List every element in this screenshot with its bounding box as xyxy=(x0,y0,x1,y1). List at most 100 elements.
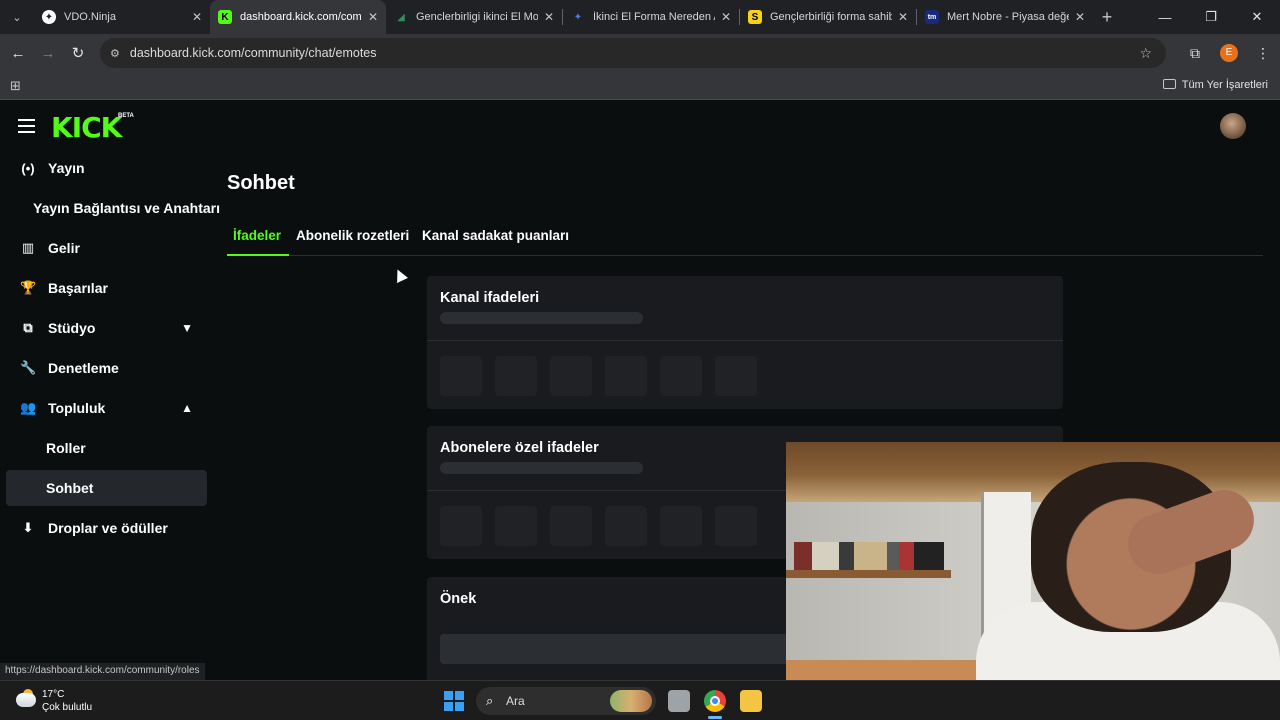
divider xyxy=(427,340,1063,341)
browser-tab-mert-nobre[interactable]: tm Mert Nobre - Piyasa değe ✕ xyxy=(917,0,1093,34)
windows-start-icon[interactable] xyxy=(444,691,464,711)
minimize-icon[interactable]: — xyxy=(1142,0,1188,34)
emote-slot-skeleton xyxy=(495,356,537,396)
trophy-icon: 🏆 xyxy=(20,280,37,295)
wrench-icon: 🔧 xyxy=(20,360,37,375)
sidebar-item-basarilar[interactable]: 🏆 Başarılar xyxy=(6,270,207,306)
tab-abonelik-rozetleri[interactable]: Abonelik rozetleri xyxy=(296,228,409,243)
user-avatar[interactable] xyxy=(1220,113,1246,139)
close-tab-icon[interactable]: ✕ xyxy=(898,10,908,24)
sidebar-item-label: Yayın xyxy=(48,160,85,176)
studio-icon: ⧉ xyxy=(23,320,33,335)
kick-logo[interactable]: KICK xyxy=(51,111,122,144)
wall-shelf xyxy=(786,570,951,578)
search-placeholder: Ara xyxy=(506,694,525,708)
browser-tab-kick-dashboard[interactable]: K dashboard.kick.com/comm ✕ xyxy=(210,0,386,34)
emote-slot-skeleton xyxy=(550,356,592,396)
reload-icon[interactable]: ↻ xyxy=(63,44,93,62)
emote-slot-skeleton xyxy=(440,506,482,546)
browser-tab-forma-sahibi[interactable]: S Gençlerbirliği forma sahibi ✕ xyxy=(740,0,916,34)
site-favicon-icon: S xyxy=(748,10,762,24)
close-tab-icon[interactable]: ✕ xyxy=(192,10,202,24)
close-tab-icon[interactable]: ✕ xyxy=(544,10,554,24)
sidebar-item-sohbet[interactable]: Sohbet xyxy=(6,470,207,506)
sidebar-item-label: Gelir xyxy=(48,240,80,256)
active-app-indicator xyxy=(708,716,722,719)
sidebar-item-droplar[interactable]: ⬇ Droplar ve ödüller xyxy=(6,510,207,546)
dashboard-sidebar: (•) Yayın Yayın Bağlantısı ve Anahtarı ▥… xyxy=(6,150,220,550)
weather-widget[interactable]: 17°C Çok bulutlu xyxy=(16,688,92,714)
chat-settings-tabs: İfadeler Abonelik rozetleri Kanal sadaka… xyxy=(227,225,1263,256)
tab-title: Genclerbirligi ikinci El Mod xyxy=(416,11,538,23)
sidebar-item-yayin[interactable]: (•) Yayın xyxy=(6,150,207,186)
transfermarkt-favicon-icon: tm xyxy=(925,10,939,24)
shelf-books xyxy=(794,542,944,570)
sidebar-item-stream-key[interactable]: Yayın Bağlantısı ve Anahtarı xyxy=(6,190,220,226)
profile-avatar[interactable]: E xyxy=(1220,44,1238,62)
emote-slot-skeleton xyxy=(605,506,647,546)
back-arrow-icon[interactable]: ← xyxy=(3,45,33,62)
menu-hamburger-icon[interactable] xyxy=(18,119,35,137)
emote-slot-skeleton xyxy=(715,356,757,396)
all-bookmarks-folder[interactable]: Tüm Yer İşaretleri xyxy=(1162,79,1268,91)
tab-title: Mert Nobre - Piyasa değe xyxy=(947,11,1069,23)
site-info-icon[interactable]: ⚙ xyxy=(110,47,120,60)
sidebar-item-label: Roller xyxy=(46,440,86,456)
emote-slot-skeleton xyxy=(550,506,592,546)
sidebar-item-gelir[interactable]: ▥ Gelir xyxy=(6,230,207,266)
card-title: Kanal ifadeleri xyxy=(440,290,540,306)
emote-slot-skeleton xyxy=(660,506,702,546)
tab-ifadeler[interactable]: İfadeler xyxy=(233,228,281,243)
windows-taskbar: 17°C Çok bulutlu ⌕ Ara xyxy=(0,680,1280,720)
card-title: Abonelere özel ifadeler xyxy=(440,440,599,456)
sidebar-item-studyo[interactable]: ⧉ Stüdyo ▼ xyxy=(6,310,207,346)
close-window-icon[interactable]: ✕ xyxy=(1234,0,1280,34)
gemini-favicon-icon: ✦ xyxy=(573,11,583,23)
active-tab-underline xyxy=(227,254,289,256)
tab-title: İkinci El Forma Nereden Al xyxy=(593,11,715,23)
channel-emotes-card: Kanal ifadeleri xyxy=(427,276,1063,409)
community-icon: 👥 xyxy=(20,400,37,415)
loading-skeleton xyxy=(440,312,643,324)
browser-tab-vdo-ninja[interactable]: ✦ VDO.Ninja ✕ xyxy=(34,0,210,34)
revenue-icon: ▥ xyxy=(21,240,35,255)
close-tab-icon[interactable]: ✕ xyxy=(1075,10,1085,24)
file-explorer-icon[interactable] xyxy=(740,690,762,712)
apps-grid-icon[interactable]: ⊞ xyxy=(10,78,21,94)
bookmarks-bar: ⊞ Tüm Yer İşaretleri xyxy=(0,72,1280,100)
close-tab-icon[interactable]: ✕ xyxy=(368,10,378,24)
forward-arrow-icon[interactable]: → xyxy=(33,45,63,62)
bookmark-star-icon[interactable]: ☆ xyxy=(1139,45,1152,62)
maximize-icon[interactable]: ❐ xyxy=(1188,0,1234,34)
address-bar[interactable]: ⚙ dashboard.kick.com/community/chat/emot… xyxy=(100,38,1166,68)
extensions-icon[interactable]: ⧉ xyxy=(1178,45,1212,62)
chevron-up-icon[interactable]: ▲ xyxy=(181,401,193,415)
tab-kanal-sadakat-puanlari[interactable]: Kanal sadakat puanları xyxy=(422,228,569,243)
beta-badge: BETA xyxy=(118,113,134,119)
browser-menu-icon[interactable]: ⋮ xyxy=(1246,45,1280,62)
emote-slot-skeleton xyxy=(605,356,647,396)
weather-condition: Çok bulutlu xyxy=(42,702,93,713)
link-hover-status: https://dashboard.kick.com/community/rol… xyxy=(0,663,205,680)
browser-tab-strip: ⌄ ✦ VDO.Ninja ✕ K dashboard.kick.com/com… xyxy=(0,0,1280,34)
taskbar-search[interactable]: ⌕ Ara xyxy=(476,687,656,715)
tab-search-chevron-icon[interactable]: ⌄ xyxy=(0,0,34,34)
new-tab-plus-icon[interactable]: + xyxy=(1093,7,1121,28)
chrome-taskbar-icon[interactable] xyxy=(704,690,726,712)
chevron-down-icon[interactable]: ▼ xyxy=(181,321,193,335)
sidebar-item-roller[interactable]: Roller xyxy=(6,430,207,466)
sidebar-item-topluluk[interactable]: 👥 Topluluk ▲ xyxy=(6,390,207,426)
search-highlight-image xyxy=(610,690,652,712)
kick-favicon-icon: K xyxy=(218,10,232,24)
tab-title: VDO.Ninja xyxy=(64,11,116,23)
browser-toolbar: ← → ↻ ⚙ dashboard.kick.com/community/cha… xyxy=(0,34,1280,72)
sidebar-item-denetleme[interactable]: 🔧 Denetleme xyxy=(6,350,207,386)
close-tab-icon[interactable]: ✕ xyxy=(721,10,731,24)
address-url: dashboard.kick.com/community/chat/emotes xyxy=(129,46,377,60)
browser-tab-ikinci-el-forma[interactable]: ✦ İkinci El Forma Nereden Al ✕ xyxy=(563,0,739,34)
browser-tab-genclerbirligi-ikinci-el[interactable]: ◢ Genclerbirligi ikinci El Mod ✕ xyxy=(386,0,562,34)
card-title: Önek xyxy=(440,591,477,607)
sidebar-item-label: Stüdyo xyxy=(48,320,96,336)
task-view-icon[interactable] xyxy=(668,690,690,712)
sidebar-item-label: Başarılar xyxy=(48,280,108,296)
